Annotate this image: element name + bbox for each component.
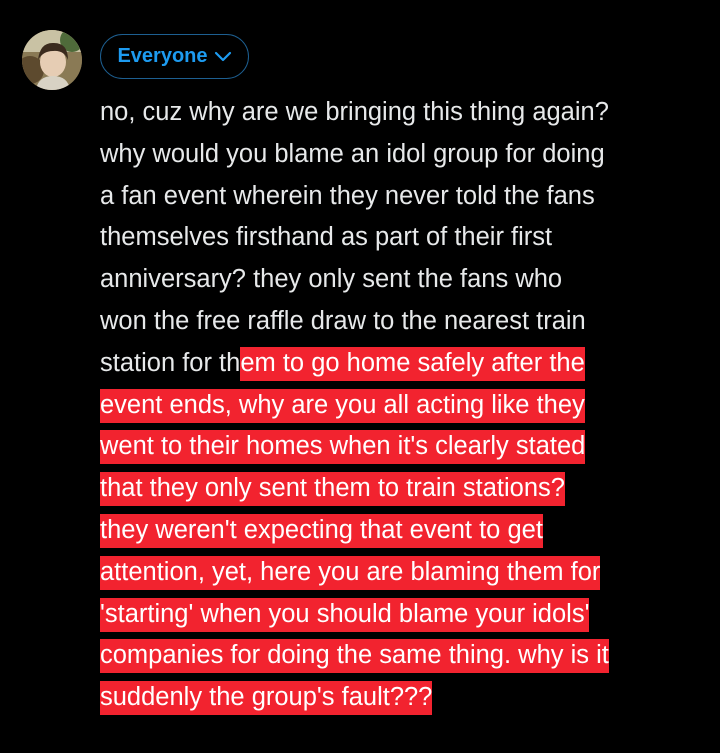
avatar[interactable] xyxy=(22,30,82,90)
chevron-down-icon xyxy=(214,51,231,61)
tweet-text[interactable]: no, cuz why are we bringing this thing a… xyxy=(100,92,710,719)
audience-selector-button[interactable]: Everyone xyxy=(100,34,249,79)
user-avatar-icon xyxy=(22,30,82,90)
audience-label: Everyone xyxy=(117,45,208,67)
tweet-highlighted-text: em to go home safely after the event end… xyxy=(100,346,609,716)
tweet-plain-text: no, cuz why are we bringing this thing a… xyxy=(100,98,609,377)
